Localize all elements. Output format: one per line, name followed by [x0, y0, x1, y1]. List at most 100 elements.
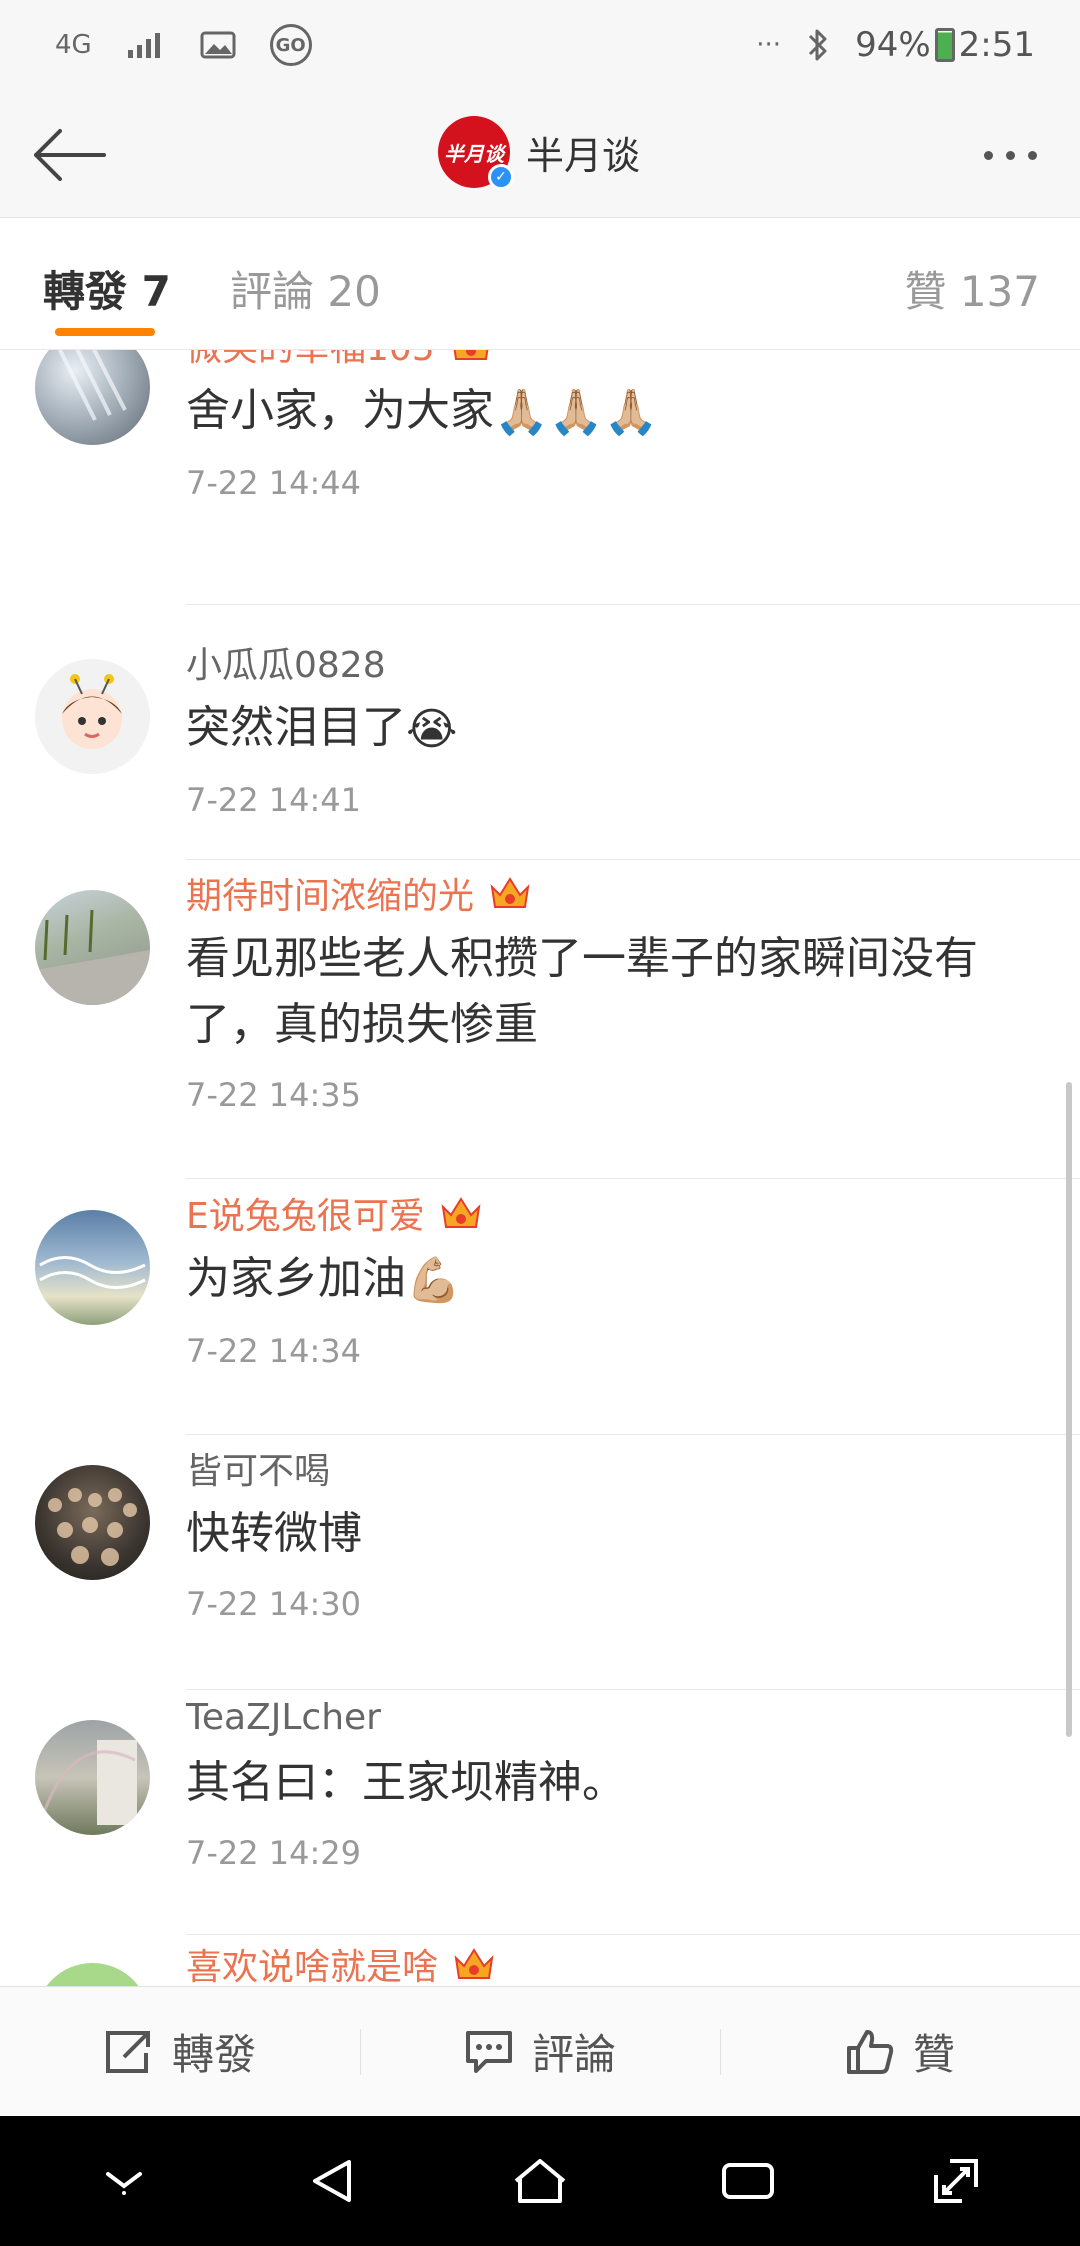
tab-bar: 轉發 7 評論 20 贊 137 — [0, 218, 1080, 350]
repost-label: 轉發 — [171, 2030, 256, 2079]
timestamp: 7-22 14:35 — [186, 1076, 362, 1114]
battery-icon — [934, 28, 955, 62]
more-dot-icon — [1005, 150, 1015, 160]
comment-body: 为家乡加油 — [186, 1253, 406, 1304]
divider — [186, 1178, 1080, 1179]
more-dot-icon — [1027, 150, 1037, 160]
avatar[interactable] — [35, 1720, 150, 1835]
comment-body: 突然泪目了 — [186, 702, 406, 753]
list-item[interactable]: 喜欢说啥就是啥 — [0, 1935, 1080, 1986]
list-item[interactable]: 微笑的幸福105 舍小家，为大家🙏🏼🙏🏼🙏🏼 7-22 14:44 — [0, 350, 1080, 605]
home-icon — [514, 2159, 566, 2203]
battery-percent: 94% — [855, 25, 931, 65]
avatar[interactable] — [35, 659, 150, 774]
repost-button[interactable]: 轉發 — [0, 1987, 360, 2117]
tab-reposts[interactable]: 轉發 7 — [43, 258, 171, 319]
thumbs-up-icon — [846, 2029, 894, 2074]
username[interactable]: 微笑的幸福105 — [186, 350, 1040, 370]
timestamp: 7-22 14:34 — [186, 1332, 362, 1370]
list-item[interactable]: 期待时间浓缩的光 看见那些老人积攒了一辈子的家瞬间没有了，真的损失惨重 7-22… — [0, 860, 1080, 1180]
comment-text: 快转微博 — [186, 1508, 362, 1559]
username[interactable]: 皆可不喝 — [186, 1443, 1040, 1493]
timestamp: 7-22 14:29 — [186, 1834, 362, 1872]
timestamp: 7-22 14:44 — [186, 464, 362, 502]
overflow-notifications-icon: ··· — [756, 30, 782, 60]
username[interactable]: 小瓜瓜0828 — [186, 637, 1040, 687]
flexed-biceps-emoji: 💪🏼 — [406, 1255, 461, 1306]
list-item[interactable]: 皆可不喝 快转微博 7-22 14:30 — [0, 1435, 1080, 1690]
timestamp: 7-22 14:41 — [186, 781, 362, 819]
avatar[interactable] — [35, 1963, 150, 1986]
list-item[interactable]: 小瓜瓜0828 突然泪目了😭 7-22 14:41 — [0, 605, 1080, 860]
comment-icon — [465, 2030, 512, 2073]
comment-button[interactable]: 評論 — [360, 1987, 720, 2117]
comment-text: 为家乡加油💪🏼 — [186, 1246, 1040, 1314]
go-app-icon: GO — [269, 24, 312, 66]
nav-home-button[interactable] — [495, 2136, 585, 2226]
username[interactable]: E说兔兔很可爱 — [186, 1188, 1040, 1238]
timestamp: 7-22 14:30 — [186, 1585, 362, 1623]
nav-back-button[interactable] — [287, 2136, 377, 2226]
more-dot-icon — [983, 150, 993, 160]
vip-crown-icon — [441, 1197, 481, 1228]
avatar[interactable] — [35, 1210, 150, 1325]
crying-face-emoji: 😭 — [406, 704, 458, 755]
list-item[interactable]: TeaZJLcher 其名曰：王家坝精神。 7-22 14:29 — [0, 1690, 1080, 1935]
comment-text: 看见那些老人积攒了一辈子的家瞬间没有了，真的损失惨重 — [186, 933, 978, 1050]
brand-logo-text: 半月谈 — [444, 141, 504, 166]
bluetooth-icon — [807, 27, 829, 63]
username[interactable]: 期待时间浓缩的光 — [186, 868, 1040, 918]
back-arrow-icon — [34, 129, 106, 181]
avatar[interactable] — [35, 350, 150, 445]
username-text[interactable]: 喜欢说啥就是啥 — [186, 1938, 438, 1986]
username-text[interactable]: 皆可不喝 — [186, 1442, 330, 1494]
vip-crown-icon — [454, 1948, 494, 1979]
chevron-down-icon — [106, 2172, 142, 2195]
status-bar: 4G GO ··· 94% 2:51 — [0, 0, 1080, 90]
signal-icon — [126, 30, 166, 60]
bottom-action-bar: 轉發 評論 贊 — [0, 1986, 1080, 2116]
username-text[interactable]: E说兔兔很可爱 — [186, 1187, 425, 1239]
share-icon — [105, 2030, 150, 2073]
active-tab-indicator — [55, 328, 155, 336]
vip-crown-icon — [490, 877, 530, 908]
scrollbar[interactable] — [1066, 1082, 1072, 1737]
back-button[interactable] — [28, 120, 108, 190]
system-navigation-bar — [0, 2116, 1080, 2246]
hide-navbar-button[interactable] — [79, 2136, 169, 2226]
username-text[interactable]: 小瓜瓜0828 — [186, 636, 386, 688]
username[interactable]: TeaZJLcher — [186, 1692, 1040, 1742]
avatar[interactable] — [35, 1465, 150, 1580]
tab-comments[interactable]: 評論 20 — [230, 258, 381, 319]
like-label: 贊 — [912, 2030, 955, 2079]
expand-arrows-icon — [934, 2159, 978, 2203]
username[interactable]: 喜欢说啥就是啥 — [186, 1939, 1040, 1986]
verified-badge-icon: ✓ — [488, 164, 514, 190]
repost-list[interactable]: 微笑的幸福105 舍小家，为大家🙏🏼🙏🏼🙏🏼 7-22 14:44 小瓜瓜082… — [0, 350, 1080, 1986]
username-text[interactable]: TeaZJLcher — [186, 1697, 381, 1738]
comment-text: 突然泪目了😭 — [186, 695, 1040, 763]
nav-rotate-button[interactable] — [911, 2136, 1001, 2226]
account-avatar[interactable]: 半月谈 ✓ — [438, 116, 514, 190]
account-title[interactable]: 半月谈 ✓ 半月谈 — [438, 116, 641, 190]
page-title: 半月谈 — [526, 133, 641, 178]
comment-text: 其名曰：王家坝精神。 — [186, 1757, 626, 1808]
avatar[interactable] — [35, 890, 150, 1005]
recents-icon — [722, 2163, 774, 2199]
triangle-back-icon — [313, 2160, 351, 2202]
top-app-bar: 半月谈 ✓ 半月谈 — [0, 90, 1080, 218]
vip-crown-icon — [453, 350, 489, 360]
username-text[interactable]: 微笑的幸福105 — [186, 350, 435, 371]
username-text[interactable]: 期待时间浓缩的光 — [186, 867, 474, 919]
comment-text: 舍小家，为大家🙏🏼🙏🏼🙏🏼 — [186, 378, 1040, 446]
list-item[interactable]: E说兔兔很可爱 为家乡加油💪🏼 7-22 14:34 — [0, 1180, 1080, 1435]
tab-likes[interactable]: 贊 137 — [904, 258, 1040, 319]
comment-label: 評論 — [531, 2030, 616, 2079]
nav-recents-button[interactable] — [703, 2136, 793, 2226]
network-type-indicator: 4G — [55, 30, 92, 60]
praying-hands-emoji: 🙏🏼🙏🏼🙏🏼 — [494, 387, 659, 438]
more-options-button[interactable] — [970, 130, 1050, 180]
image-icon — [200, 30, 236, 60]
like-button[interactable]: 贊 — [720, 1987, 1080, 2117]
clock: 2:51 — [958, 25, 1035, 65]
